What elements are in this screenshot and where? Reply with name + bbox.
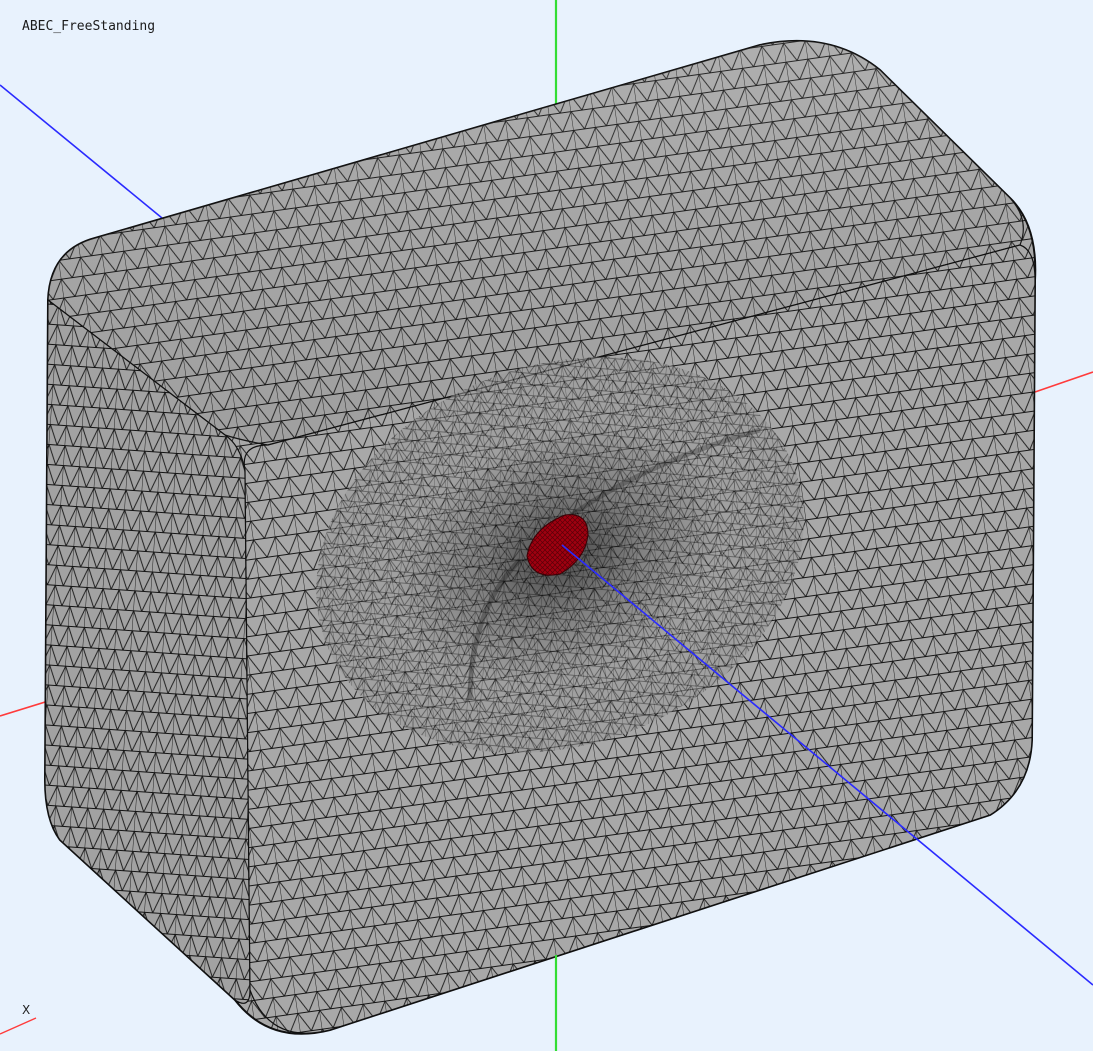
axis-z-back [0,84,163,219]
model-title: ABEC_FreeStanding [22,19,156,34]
triad-x-axis [0,1017,37,1035]
3d-viewport[interactable]: ABEC_FreeStanding X [0,0,1093,1051]
triad-x-label: X [22,1003,31,1017]
cabinet-mesh[interactable] [43,39,1037,1035]
axis-x-right [1034,371,1093,393]
mesh-scene[interactable] [0,0,1093,1051]
